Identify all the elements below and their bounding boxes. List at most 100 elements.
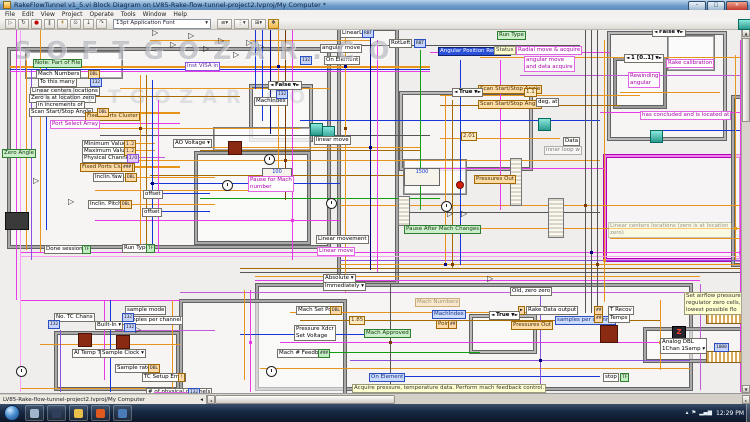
vi-icon[interactable] [738,19,750,30]
diagram-label[interactable]: Mach Numbers [415,298,461,307]
diagram-label[interactable]: Inclin. Pitch [88,200,124,209]
vi-node-icon[interactable] [78,333,92,347]
terminal[interactable]: ## [448,320,458,329]
diagram-label[interactable]: has concluded and is located at [640,111,732,120]
menu-project[interactable]: Project [62,11,83,18]
distribute-objects-button[interactable]: ⋮▾ [234,19,249,29]
scroll-up-arrow[interactable]: ▲ [742,29,750,37]
taskbar-clock[interactable]: 12:29 PM [716,410,744,417]
terminal[interactable]: TF [146,244,156,253]
diagram-label[interactable]: Pause for Mach number [248,176,294,192]
diagram-label[interactable]: Data [563,137,581,146]
terminal[interactable]: ! [178,373,185,382]
horizontal-scroll-thumb[interactable] [215,395,395,404]
case-selector[interactable]: False [652,29,686,37]
terminal[interactable]: DBL [120,200,133,209]
diagram-label[interactable]: Scan Start/Stop Angle [478,100,543,109]
tray-icon-2[interactable]: ⚑ [691,410,696,416]
diagram-label[interactable]: Temps [608,314,630,323]
case-selector[interactable]: 1 [0..1] [624,54,665,63]
diagram-label[interactable]: Note: Part of File [33,59,83,68]
wait-timer-icon[interactable] [264,154,275,165]
operator-icon[interactable]: ▷ [218,37,224,45]
terminal[interactable]: DBL [97,108,110,117]
diagram-label[interactable]: On Element [369,373,406,382]
diagram-label[interactable]: Status [494,46,516,55]
diagram-label[interactable]: Pressures Out [511,321,554,330]
image-node-icon[interactable] [5,212,29,230]
taskbar-app-browser[interactable] [91,405,110,421]
operator-icon[interactable]: ▷ [447,210,453,218]
operator-icon[interactable]: ▷ [258,43,264,51]
terminal[interactable]: TF [620,373,630,382]
scroll-right-arrow[interactable]: ▸ [742,395,750,404]
unbundle-stack[interactable] [548,198,564,238]
diagram-label[interactable]: Set airflow pressure regulator zero cell… [684,292,742,315]
show-desktop-button[interactable] [746,404,750,422]
run-button[interactable]: ▷ [5,19,16,29]
diagram-label[interactable]: Pause After Mach Changes [404,225,482,234]
operator-icon[interactable]: ▷ [33,177,39,185]
terminal[interactable]: DBL [330,306,343,315]
diagram-label[interactable]: On Element [324,56,361,65]
menu-operate[interactable]: Operate [89,11,113,18]
diagram-label[interactable]: Old, zero zero [510,287,553,296]
diagram-label[interactable]: Rake Data output [526,306,579,315]
highlight-region[interactable] [604,155,742,261]
scroll-down-arrow[interactable]: ▼ [742,385,750,393]
taskbar-app-2[interactable] [47,405,66,421]
vi-node-icon[interactable] [228,141,242,155]
terminal[interactable]: RBT [362,29,375,38]
diagram-label[interactable]: Pressure Xdcr Set Voltage [294,325,336,341]
dropdown-selector[interactable]: Analog DBL 1Chan 1Samp [660,338,708,354]
taskbar-app-folder[interactable] [69,405,88,421]
diagram-label[interactable]: 1.85 [349,316,366,325]
vi-node-icon[interactable] [116,335,130,349]
operator-icon[interactable]: ▷ [461,210,467,218]
diagram-label[interactable]: offset [142,208,162,217]
terminal[interactable]: 1000 [714,343,729,352]
step-into-button[interactable]: ↓ [83,19,94,29]
diagram-label[interactable]: Zero Angle [2,149,37,158]
dropdown-selector[interactable]: Sample Clock [100,349,146,358]
terminal[interactable]: ### [121,163,134,172]
vertical-scroll-thumb[interactable] [742,38,750,122]
terminal[interactable]: DBL [148,364,161,373]
terminal[interactable]: ## [594,314,604,323]
start-button[interactable] [4,405,20,421]
menu-view[interactable]: View [41,11,55,18]
scroll-left-arrow[interactable]: ◂ [207,395,215,404]
diagram-label[interactable]: Pressures Out [474,175,517,184]
dropdown-selector[interactable]: Immediately [323,282,366,291]
operator-icon[interactable]: ▷ [233,51,239,59]
abort-button[interactable]: ● [31,19,42,29]
diagram-label[interactable]: Inst VISA in [185,62,221,71]
diagram-label[interactable]: offset [143,190,163,199]
highlight-execution-button[interactable]: ☀ [57,19,68,29]
font-selector[interactable]: 13pt Application Font ▾ [113,19,211,29]
unbundle-stack[interactable] [398,196,410,226]
diagram-label[interactable]: stop [603,373,619,382]
diagram-label[interactable]: deg, at [536,98,560,107]
diagram-label[interactable]: Scan Start/Stop Angle [29,108,94,117]
menu-edit[interactable]: Edit [22,11,34,18]
wait-timer-icon[interactable] [222,180,233,191]
diagram-label[interactable]: MachIndex [432,310,466,319]
diagram-label[interactable]: angular move and data acquire [524,56,575,72]
tray-icon-1[interactable]: ▴ [686,410,689,416]
vertical-scrollbar[interactable]: ▲ ▼ [741,29,750,393]
diagram-label[interactable]: Linear movement [316,235,369,244]
operator-icon[interactable]: ▷ [152,29,158,37]
tray-icon-3[interactable]: ▂▄▆ [699,410,712,416]
wait-timer-icon[interactable] [326,198,337,209]
taskbar-app-1[interactable] [25,405,44,421]
terminal[interactable]: I32 [300,56,313,65]
terminal[interactable]: I32 [276,90,289,99]
operator-icon[interactable]: ▷ [203,45,209,53]
terminal[interactable]: I32 [90,78,103,87]
operator-icon[interactable]: ▷ [68,198,74,206]
terminal[interactable]: TF [82,245,92,254]
diagram-label[interactable]: Acquire pressure, temperature data. Perf… [352,384,547,393]
diagram-label[interactable]: RotLeft [389,39,413,48]
diagram-label[interactable]: Port Select Array [50,120,101,129]
